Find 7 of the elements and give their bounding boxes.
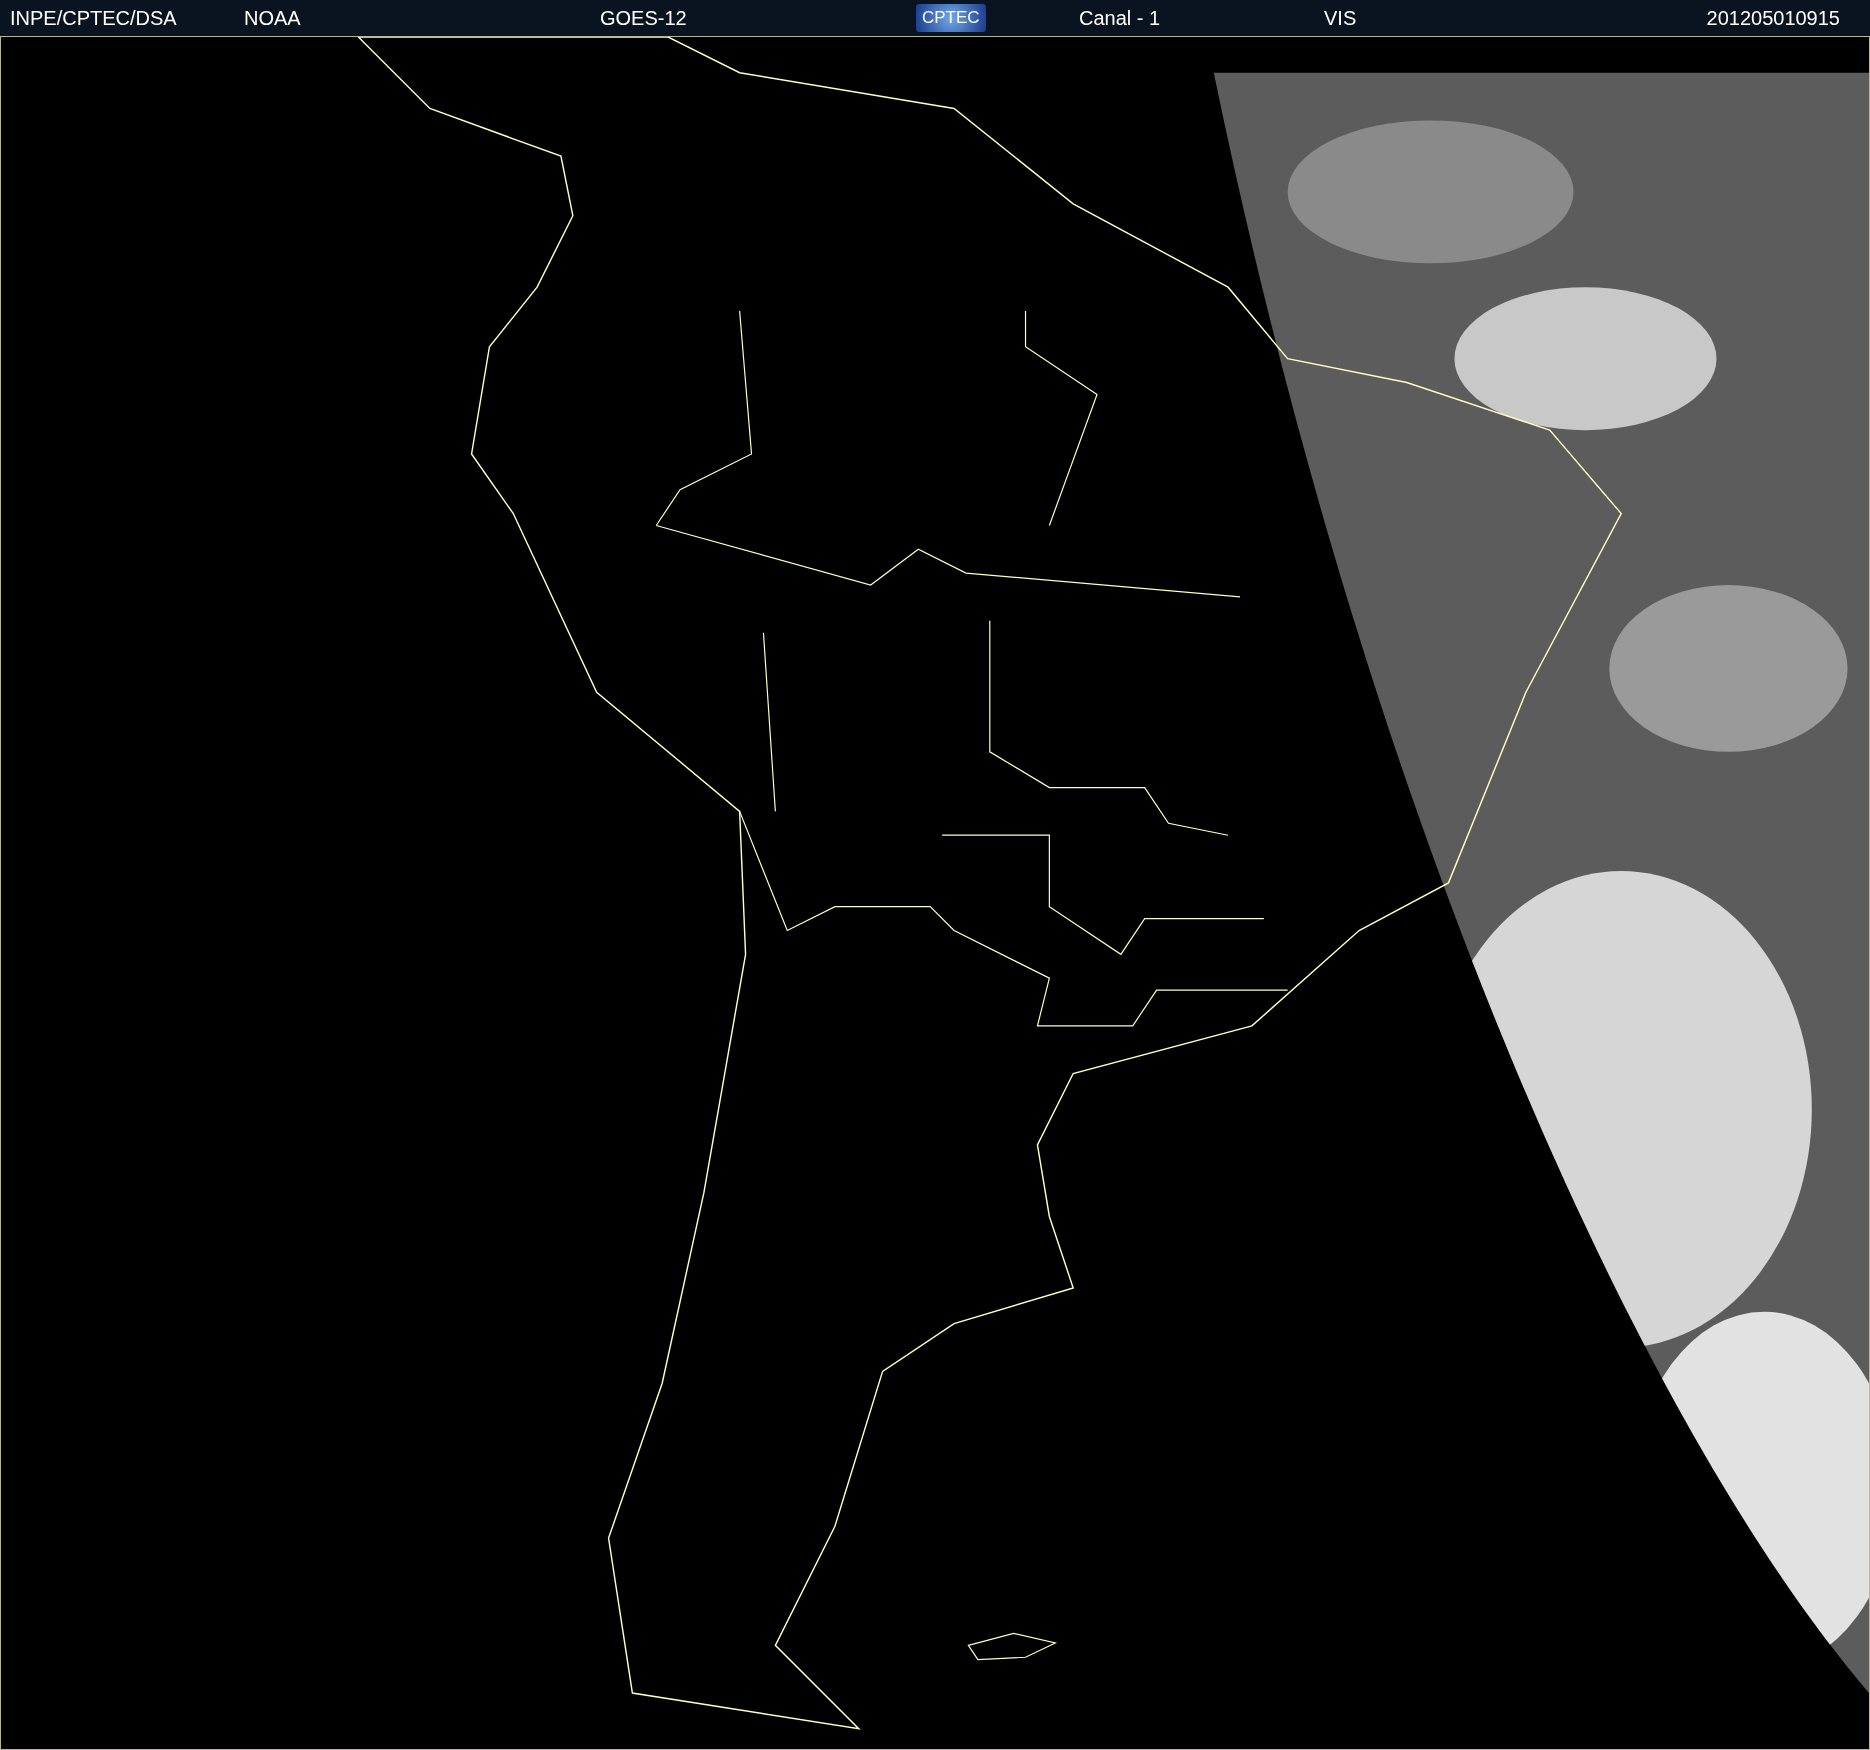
header-label: 201205010915 (1706, 6, 1840, 30)
header-label: GOES-12 (600, 6, 687, 30)
logo: CPTEC (916, 4, 986, 32)
header-label: NOAA (244, 6, 301, 30)
header-label: VIS (1324, 6, 1357, 30)
header-label: Canal - 1 (1079, 6, 1161, 30)
header-label: INPE/CPTEC/DSA (10, 6, 177, 30)
